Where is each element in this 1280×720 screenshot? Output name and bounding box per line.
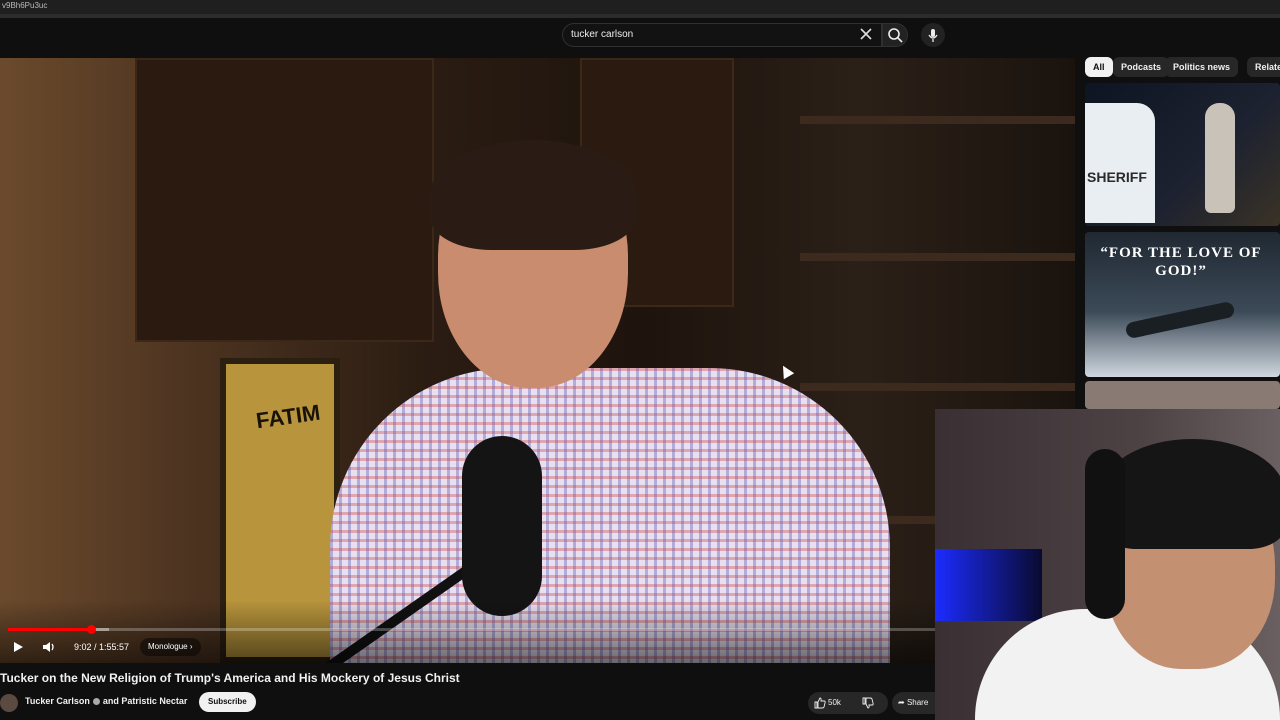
background-monitor [935, 549, 1042, 621]
share-label: Share [906, 698, 929, 707]
like-dislike-group: 50k [808, 692, 888, 714]
video-title: Tucker on the New Religion of Trump's Am… [0, 671, 460, 685]
sheriff-car [1085, 103, 1155, 223]
like-count: 50k [828, 698, 841, 707]
chip-politics-news[interactable]: Politics news [1165, 57, 1239, 77]
webcam-overlay [935, 409, 1280, 720]
video-player[interactable]: FATIM [0, 58, 1075, 663]
thumbnail-text: SHERIFF [1087, 169, 1147, 185]
volume-icon [43, 642, 54, 652]
chip-related[interactable]: Related [1247, 57, 1280, 77]
subscribe-button[interactable]: Subscribe [199, 692, 256, 712]
thumbs-up-icon [814, 697, 826, 709]
headset [1085, 449, 1125, 619]
channel-label[interactable]: Tucker Carlson [25, 696, 90, 706]
search-box[interactable]: tucker carlson [562, 23, 882, 47]
channel-name[interactable]: Tucker Carlson and Patristic Nectar [25, 696, 187, 706]
chip-podcasts[interactable]: Podcasts [1113, 57, 1170, 77]
speaker [330, 140, 890, 663]
chip-all[interactable]: All [1085, 57, 1113, 77]
thumbnail-text: “FOR THE LOVE OF GOD!” [1100, 245, 1262, 279]
like-button[interactable]: 50k [814, 695, 841, 711]
voice-search-button[interactable] [921, 23, 945, 47]
microphone [462, 436, 542, 616]
streamer-cap [1100, 439, 1280, 549]
chapter-button[interactable]: Monologue › [140, 638, 201, 656]
chapter-label: Monologue [148, 642, 188, 651]
recommendation-thumbnail[interactable]: SHERIFF [1085, 83, 1280, 226]
recommendation-thumbnail[interactable] [1085, 381, 1280, 409]
channel-avatar[interactable] [0, 694, 18, 712]
progress-bar[interactable] [8, 625, 1067, 634]
dislike-button[interactable] [862, 695, 878, 711]
play-button[interactable] [10, 638, 26, 656]
search-icon [888, 28, 903, 43]
bookshelf [800, 116, 1075, 124]
time-display: 9:02 / 1:55:57 [74, 642, 130, 652]
poster-text: FATIM [254, 399, 322, 434]
search-button[interactable] [882, 23, 908, 47]
standing-figure [1205, 103, 1235, 213]
chevron-right-icon: › [189, 642, 193, 651]
collab-label[interactable]: and Patristic Nectar [103, 696, 188, 706]
mic-icon [928, 29, 938, 42]
progress-scrubber[interactable] [86, 625, 96, 634]
volume-button[interactable] [40, 638, 58, 656]
airplane [1124, 300, 1236, 340]
browser-divider [0, 14, 1280, 18]
clear-icon[interactable] [858, 26, 874, 42]
share-icon: ➦ [898, 698, 905, 707]
search-input[interactable]: tucker carlson [571, 29, 633, 40]
progress-played [8, 628, 91, 631]
play-icon [14, 642, 23, 652]
url-fragment: v9Bh6Pu3uc [2, 1, 48, 10]
share-button[interactable]: ➦ Share [892, 692, 935, 714]
recommendation-thumbnail[interactable]: “FOR THE LOVE OF GOD!” [1085, 232, 1280, 377]
verified-icon [92, 698, 100, 706]
thumbs-down-icon [862, 697, 874, 709]
browser-tab-strip: v9Bh6Pu3uc [0, 0, 1280, 14]
